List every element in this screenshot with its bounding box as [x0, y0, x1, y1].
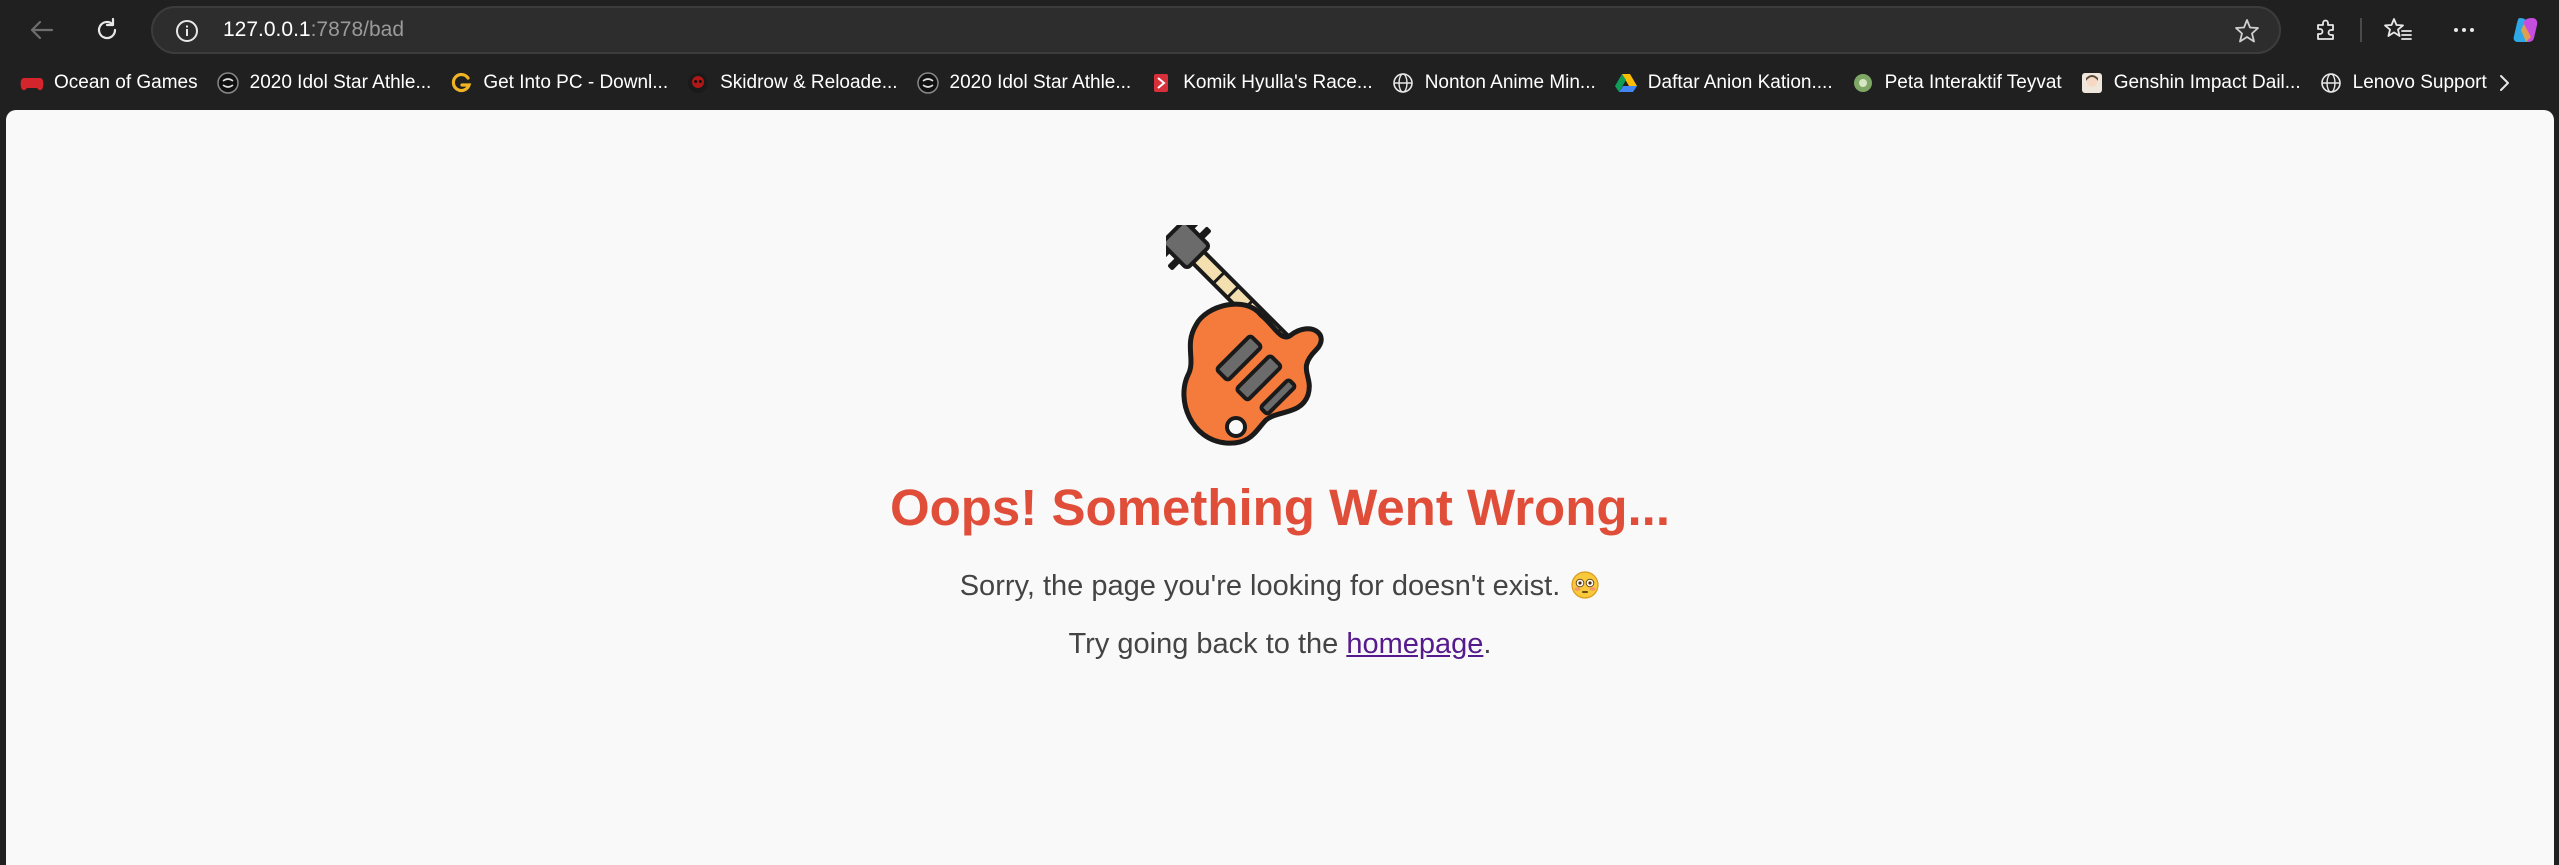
globe-icon — [2319, 71, 2343, 95]
google-drive-icon — [1614, 71, 1638, 95]
back-to-home-line: Try going back to the homepage. — [6, 628, 2554, 661]
bookmark-idol-star-1[interactable]: 2020 Idol Star Athle... — [210, 65, 442, 101]
error-title: Oops! Something Went Wrong... — [889, 479, 1671, 536]
favorites-list-icon — [2384, 18, 2412, 40]
bookmarks-bar: Ocean of Games 2020 Idol Star Athle... G… — [0, 60, 2559, 106]
red-book-icon — [1149, 71, 1173, 95]
dark-circle-logo-icon — [916, 71, 940, 95]
info-icon[interactable] — [175, 19, 199, 43]
anime-avatar-icon — [2080, 71, 2104, 95]
browser-window: 127.0.0.1:7878/bad Ocean of Games 2020 I… — [0, 0, 2559, 865]
bookmark-lenovo-support[interactable]: Lenovo Support — [2313, 65, 2497, 101]
bookmark-label: Daftar Anion Kation.... — [1647, 72, 1833, 93]
toolbar-divider — [2360, 18, 2362, 42]
bookmark-get-into-pc[interactable]: Get Into PC - Downl... — [443, 65, 678, 101]
bookmark-label: Ocean of Games — [54, 72, 198, 93]
red-skull-icon — [686, 71, 710, 95]
arrow-left-icon — [30, 20, 54, 40]
guitar-icon — [1166, 225, 1324, 446]
bookmark-label: 2020 Idol Star Athle... — [949, 72, 1132, 93]
back-prefix: Try going back to the — [1068, 628, 1347, 660]
copilot-button[interactable] — [2504, 8, 2548, 52]
url-text[interactable]: 127.0.0.1:7878/bad — [223, 8, 404, 52]
green-map-icon — [1851, 71, 1875, 95]
more-horizontal-icon — [2454, 28, 2474, 32]
reload-icon — [97, 17, 117, 40]
browser-toolbar: 127.0.0.1:7878/bad — [0, 0, 2559, 60]
chevron-right-icon — [2500, 75, 2509, 91]
globe-icon — [1391, 71, 1415, 95]
error-message-line: Sorry, the page you're looking for doesn… — [6, 570, 2554, 603]
flushed-face-emoji — [1571, 571, 1599, 599]
bookmark-label: Nonton Anime Min... — [1424, 72, 1596, 93]
copilot-icon — [2513, 18, 2538, 42]
favorites-button[interactable] — [2376, 8, 2420, 52]
favorite-star-icon[interactable] — [2233, 17, 2261, 45]
dark-circle-logo-icon — [216, 71, 240, 95]
bookmark-idol-star-2[interactable]: 2020 Idol Star Athle... — [910, 65, 1142, 101]
bookmark-label: Skidrow & Reloade... — [720, 72, 898, 93]
bookmark-nonton-anime[interactable]: Nonton Anime Min... — [1385, 65, 1606, 101]
back-button[interactable] — [20, 8, 64, 52]
bookmark-label: Genshin Impact Dail... — [2113, 72, 2301, 93]
bookmark-ocean-of-games[interactable]: Ocean of Games — [14, 65, 208, 101]
address-bar[interactable]: 127.0.0.1:7878/bad — [151, 6, 2281, 54]
bookmark-genshin-daily[interactable]: Genshin Impact Dail... — [2074, 65, 2311, 101]
bookmark-skidrow[interactable]: Skidrow & Reloade... — [680, 65, 907, 101]
error-message: Sorry, the page you're looking for doesn… — [959, 570, 1561, 602]
extensions-button[interactable] — [2304, 8, 2348, 52]
red-gamepad-icon — [20, 71, 44, 95]
url-path: :7878/bad — [310, 18, 405, 41]
settings-more-button[interactable] — [2442, 8, 2486, 52]
reload-button[interactable] — [85, 8, 129, 52]
puzzle-icon — [2317, 19, 2334, 40]
bookmark-label: Komik Hyulla's Race... — [1183, 72, 1373, 93]
bookmark-label: Lenovo Support — [2352, 72, 2487, 93]
bookmark-label: 2020 Idol Star Athle... — [249, 72, 432, 93]
homepage-link[interactable]: homepage — [1346, 628, 1483, 660]
bookmark-label: Get Into PC - Downl... — [483, 72, 669, 93]
bookmark-daftar-anion[interactable]: Daftar Anion Kation.... — [1608, 65, 1843, 101]
bookmarks-overflow-button[interactable] — [2489, 68, 2519, 98]
page-viewport: Oops! Something Went Wrong... Sorry, the… — [6, 110, 2554, 865]
bookmark-komik-hyulla[interactable]: Komik Hyulla's Race... — [1143, 65, 1382, 101]
url-host: 127.0.0.1 — [223, 18, 311, 41]
bookmark-peta-teyvat[interactable]: Peta Interaktif Teyvat — [1845, 65, 2072, 101]
bookmark-label: Peta Interaktif Teyvat — [1884, 72, 2062, 93]
yellow-g-icon — [449, 71, 473, 95]
back-suffix: . — [1483, 628, 1492, 660]
